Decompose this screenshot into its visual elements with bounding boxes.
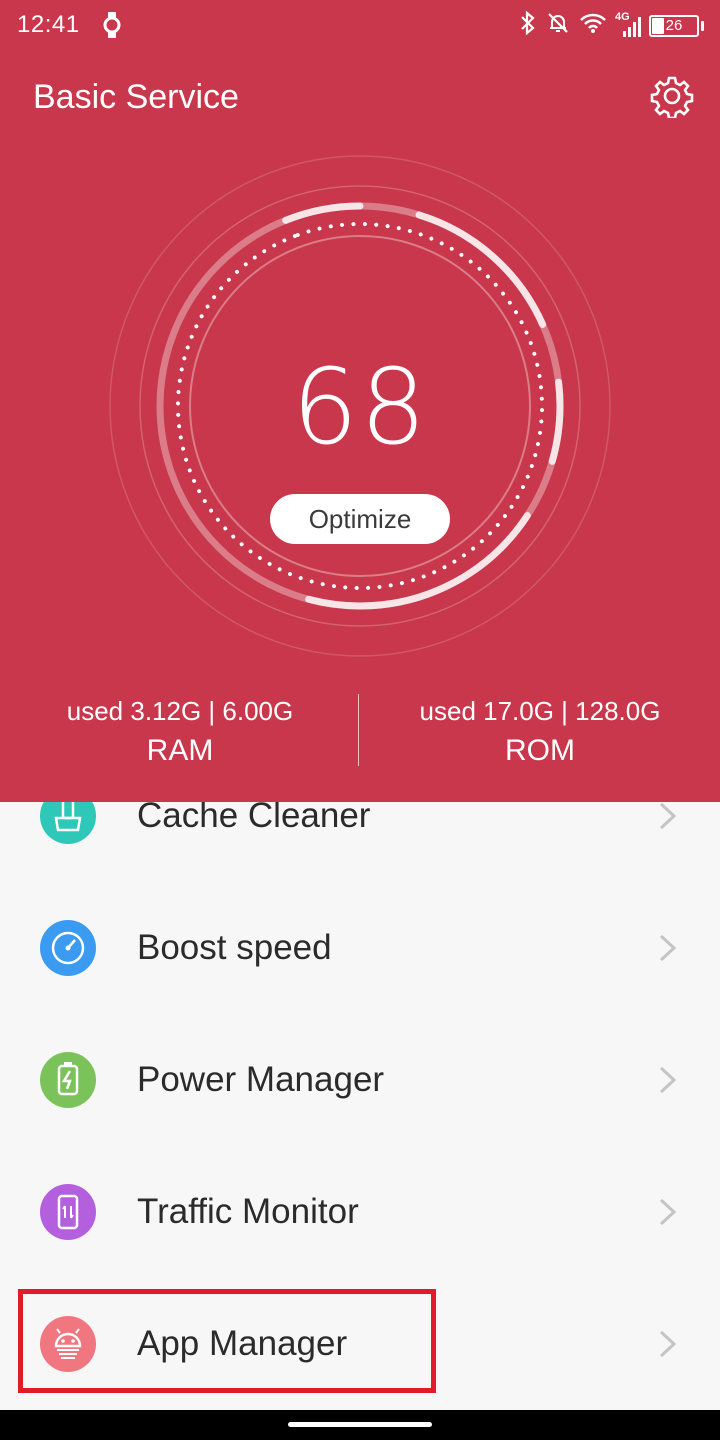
chevron-right-icon [656, 1328, 680, 1360]
signal-icon: 4G [615, 11, 641, 39]
header-panel: 12:41 4G 26 Basic Service 68 Optimize us… [0, 0, 720, 802]
rom-usage: used 17.0G | 128.0G [419, 696, 661, 726]
speedometer-icon [40, 920, 96, 976]
chevron-right-icon [656, 932, 680, 964]
menu-item-label: Traffic Monitor [137, 1192, 359, 1231]
battery-icon: 26 [649, 14, 699, 37]
chevron-right-icon [656, 1196, 680, 1228]
bluetooth-icon [519, 10, 537, 41]
ram-label: RAM [146, 734, 214, 767]
do-not-disturb-icon [545, 10, 571, 41]
score-value: 68 [291, 346, 429, 468]
page-title: Basic Service [33, 78, 239, 116]
phone-traffic-icon [40, 1184, 96, 1240]
status-time: 12:41 [17, 11, 80, 38]
highlight-box [18, 1289, 436, 1393]
divider [358, 694, 359, 766]
chevron-right-icon [656, 800, 680, 832]
watch-icon [100, 10, 124, 45]
navigation-bar [0, 1410, 720, 1440]
menu-item-traffic-monitor[interactable]: Traffic Monitor [0, 1146, 720, 1278]
gear-icon[interactable] [650, 74, 694, 120]
menu-item-label: Boost speed [137, 928, 332, 967]
menu-item-boost-speed[interactable]: Boost speed [0, 882, 720, 1014]
chevron-right-icon [656, 1064, 680, 1096]
ram-usage: used 3.12G | 6.00G [66, 696, 294, 726]
battery-level: 26 [665, 16, 683, 34]
menu-item-label: Power Manager [137, 1060, 385, 1099]
optimize-button[interactable]: Optimize [270, 494, 450, 544]
wifi-icon [579, 12, 607, 39]
menu-item-power-manager[interactable]: Power Manager [0, 1014, 720, 1146]
storage-stats: used 3.12G | 6.00G RAM used 17.0G | 128.… [0, 690, 720, 770]
rom-label: ROM [505, 734, 575, 767]
battery-charge-icon [40, 1052, 96, 1108]
home-gesture-handle[interactable] [288, 1422, 432, 1427]
rom-stat: used 17.0G | 128.0G ROM [360, 690, 720, 770]
status-bar: 12:41 4G 26 [0, 0, 720, 50]
ram-stat: used 3.12G | 6.00G RAM [0, 690, 360, 770]
